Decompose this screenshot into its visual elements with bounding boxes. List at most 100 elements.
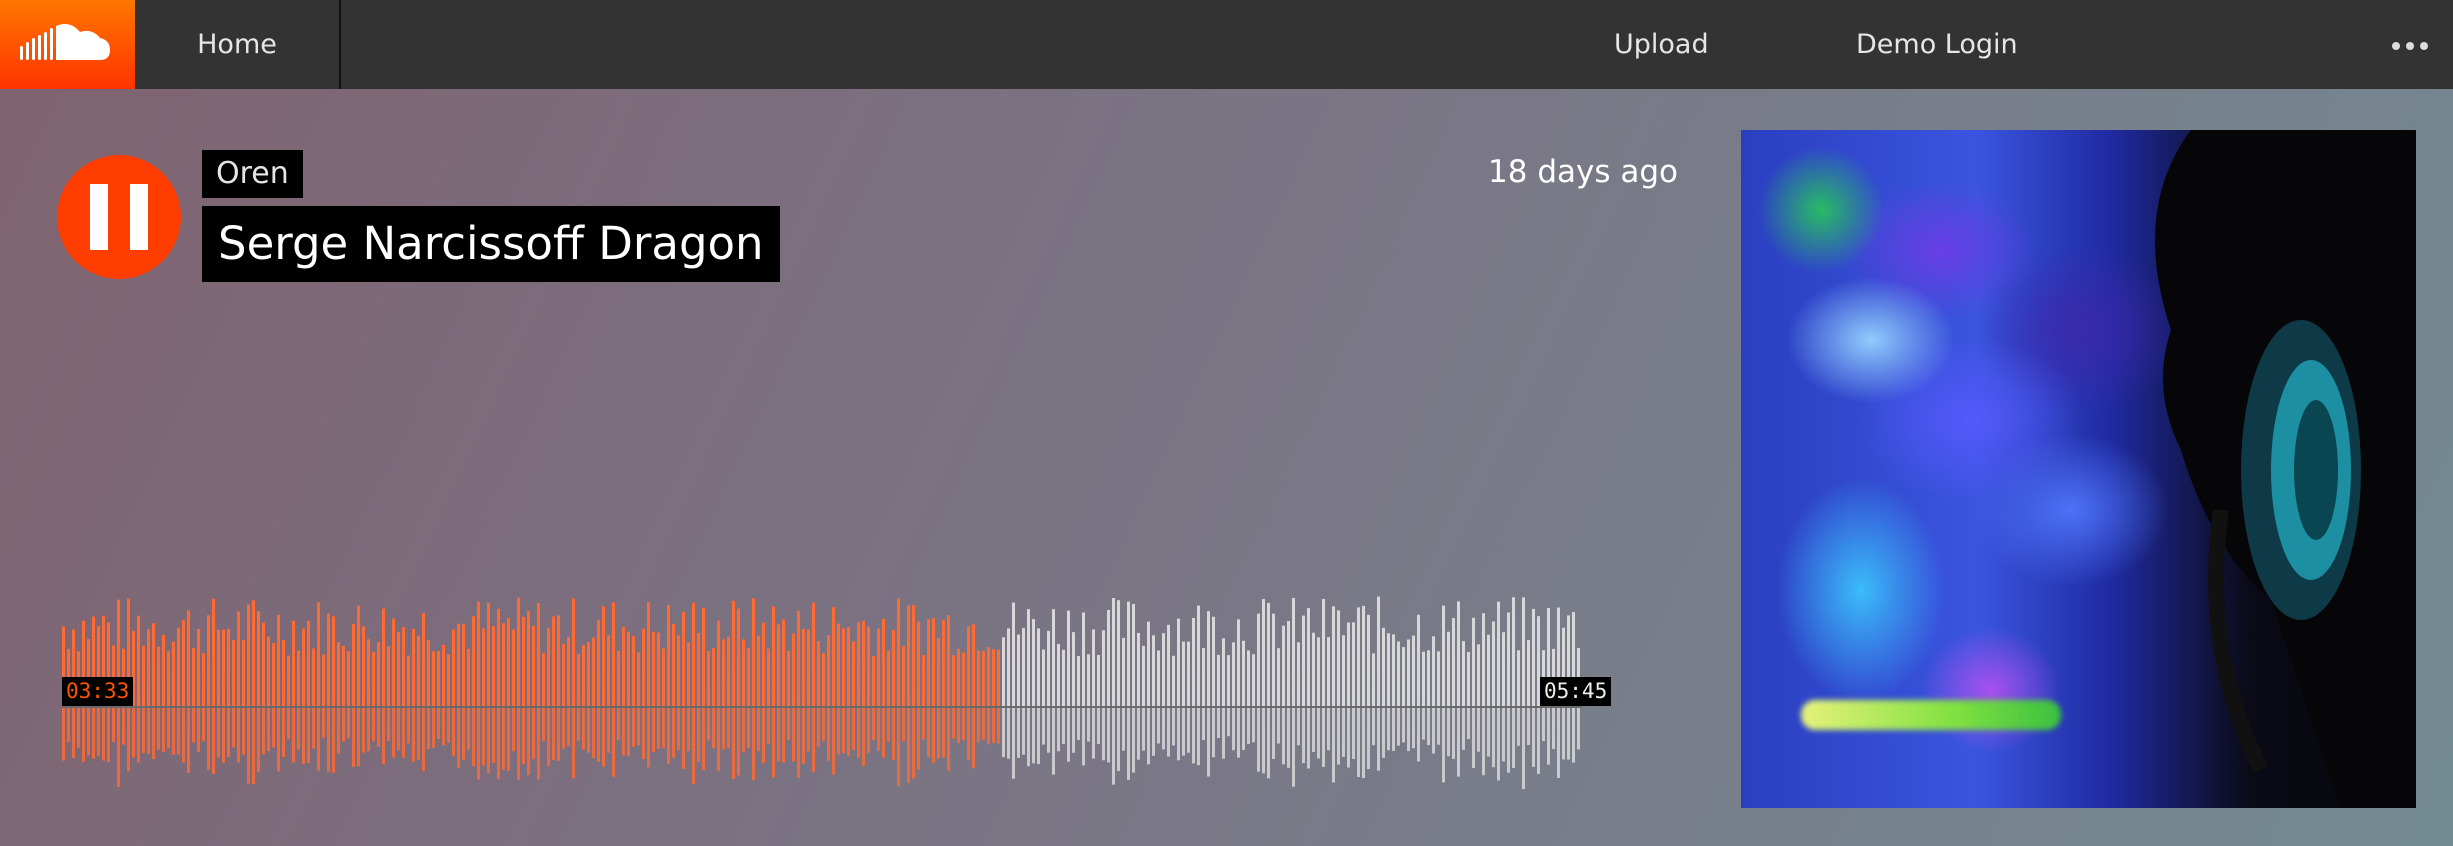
- waveform-reflection-played: [437, 708, 440, 739]
- waveform-reflection-unplayed: [1327, 708, 1330, 751]
- waveform-bar-played: [942, 620, 945, 706]
- waveform-bar-unplayed: [1312, 632, 1315, 706]
- waveform-bar-played: [322, 654, 325, 706]
- pause-button[interactable]: [57, 155, 181, 279]
- waveform-bar-unplayed: [1187, 641, 1190, 706]
- waveform-bar-played: [967, 626, 970, 706]
- more-dots-icon[interactable]: [2390, 30, 2430, 60]
- waveform-reflection-played: [207, 708, 210, 770]
- waveform-bar-unplayed: [1397, 641, 1400, 706]
- waveform-reflection-played: [872, 708, 875, 741]
- waveform-bar-played: [412, 628, 415, 706]
- waveform-bar-unplayed: [1067, 610, 1070, 706]
- waveform-reflection-unplayed: [1442, 708, 1445, 783]
- waveform-reflection-played: [362, 708, 365, 753]
- waveform-bar-played: [462, 624, 465, 706]
- waveform-reflection-played: [352, 708, 355, 767]
- waveform-reflection-played: [67, 708, 70, 743]
- waveform-reflection-played: [772, 708, 775, 778]
- waveform-reflection-played: [432, 708, 435, 748]
- waveform-reflection-played: [107, 708, 110, 763]
- waveform-baseline: [62, 706, 1582, 708]
- waveform-reflection-played: [702, 708, 705, 771]
- waveform-reflection-played: [227, 708, 230, 758]
- waveform-bar-played: [557, 615, 560, 706]
- waveform-bar-played: [932, 618, 935, 706]
- waveform-bar-unplayed: [1167, 624, 1170, 706]
- waveform-bar-unplayed: [1157, 650, 1160, 706]
- waveform-bar-played: [492, 626, 495, 706]
- waveform-reflection-unplayed: [1457, 708, 1460, 777]
- nav-demo-login-link[interactable]: Demo Login: [1856, 0, 2018, 89]
- waveform-reflection-played: [447, 708, 450, 743]
- waveform-reflection-played: [637, 708, 640, 746]
- waveform-bar-played: [792, 633, 795, 706]
- waveform-bar-played: [357, 605, 360, 706]
- waveform-bar-unplayed: [1057, 643, 1060, 706]
- waveform-bar-played: [262, 622, 265, 706]
- waveform-reflection-unplayed: [1517, 708, 1520, 746]
- waveform-bar-played: [657, 632, 660, 706]
- waveform-reflection-played: [697, 708, 700, 762]
- waveform-reflection-played: [622, 708, 625, 756]
- waveform-bar-played: [797, 610, 800, 706]
- waveform-reflection-played: [582, 708, 585, 750]
- track-artist[interactable]: Oren: [202, 150, 303, 198]
- waveform-reflection-played: [862, 708, 865, 767]
- waveform-bar-played: [377, 642, 380, 706]
- waveform-bar-unplayed: [1207, 611, 1210, 706]
- waveform-reflection-unplayed: [1477, 708, 1480, 752]
- waveform-bar-unplayed: [1462, 641, 1465, 706]
- waveform-bar-unplayed: [1197, 605, 1200, 706]
- waveform[interactable]: [62, 575, 1582, 845]
- waveform-bar-played: [737, 608, 740, 706]
- waveform-reflection-unplayed: [1257, 708, 1260, 772]
- waveform-reflection-played: [952, 708, 955, 739]
- waveform-bar-played: [712, 647, 715, 706]
- waveform-bar-played: [807, 629, 810, 706]
- waveform-reflection-played: [127, 708, 130, 772]
- waveform-reflection-unplayed: [1122, 708, 1125, 751]
- waveform-reflection-unplayed: [1012, 708, 1015, 779]
- waveform-reflection-played: [577, 708, 580, 741]
- waveform-bar-played: [637, 652, 640, 706]
- waveform-bar-played: [627, 631, 630, 706]
- waveform-reflection-played: [537, 708, 540, 780]
- waveform-bar-played: [187, 610, 190, 706]
- waveform-reflection-played: [627, 708, 630, 757]
- waveform-bar-unplayed: [1327, 637, 1330, 706]
- waveform-bar-played: [872, 655, 875, 706]
- waveform-reflection-unplayed: [1307, 708, 1310, 769]
- waveform-reflection-played: [977, 708, 980, 743]
- waveform-bar-played: [697, 633, 700, 706]
- waveform-bar-unplayed: [1102, 630, 1105, 706]
- waveform-bar-played: [427, 639, 430, 706]
- waveform-bar-played: [597, 620, 600, 706]
- waveform-reflection-played: [292, 708, 295, 763]
- waveform-reflection-played: [392, 708, 395, 758]
- waveform-reflection-unplayed: [1202, 708, 1205, 741]
- waveform-reflection-unplayed: [1222, 708, 1225, 759]
- waveform-bar-played: [997, 649, 1000, 706]
- waveform-reflection-played: [672, 708, 675, 758]
- waveform-bar-unplayed: [1492, 621, 1495, 706]
- nav-upload-link[interactable]: Upload: [1614, 0, 1709, 89]
- waveform-bar-unplayed: [1047, 630, 1050, 706]
- track-title[interactable]: Serge Narcissoff Dragon: [202, 206, 780, 282]
- waveform-reflection-unplayed: [1492, 708, 1495, 768]
- waveform-bar-played: [277, 614, 280, 706]
- waveform-reflection-unplayed: [1537, 708, 1540, 774]
- waveform-bar-unplayed: [1442, 605, 1445, 706]
- waveform-bar-played: [237, 611, 240, 706]
- waveform-bar-unplayed: [1532, 608, 1535, 706]
- waveform-bar-unplayed: [1407, 639, 1410, 706]
- waveform-reflection-played: [822, 708, 825, 741]
- total-duration: 05:45: [1540, 677, 1612, 706]
- waveform-reflection-played: [542, 708, 545, 742]
- soundcloud-logo[interactable]: [0, 0, 135, 89]
- waveform-reflection-played: [857, 708, 860, 758]
- waveform-bar-unplayed: [1152, 635, 1155, 706]
- nav-home-link[interactable]: Home: [135, 0, 341, 89]
- waveform-bar-unplayed: [1117, 600, 1120, 706]
- waveform-reflection-unplayed: [1237, 708, 1240, 758]
